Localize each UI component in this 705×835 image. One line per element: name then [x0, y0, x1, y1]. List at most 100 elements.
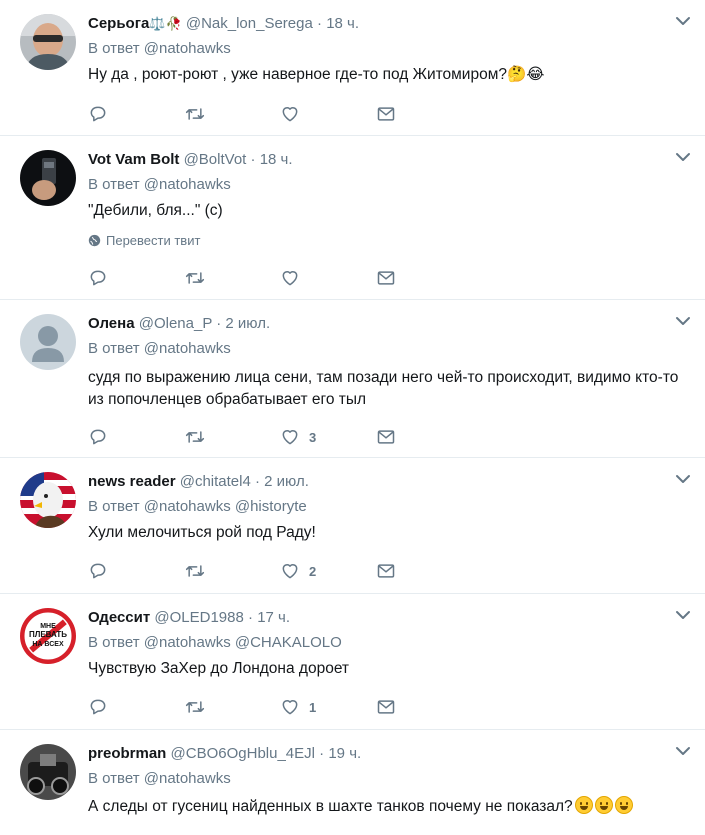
author-handle[interactable]: @CBO6OgHblu_4EJl — [171, 745, 315, 762]
retweet-icon — [185, 565, 205, 577]
retweet-icon — [185, 272, 205, 284]
dm-button[interactable] — [376, 427, 472, 447]
reply-icon — [90, 429, 106, 445]
timestamp[interactable]: 17 ч. — [257, 609, 290, 626]
tweet[interactable]: preobrman @CBO6OgHblu_4EJl · 19 ч. В отв… — [0, 730, 705, 835]
author-name[interactable]: preobrman — [88, 745, 166, 762]
retweet-icon — [185, 701, 205, 713]
reply-icon — [90, 270, 106, 286]
reply-context: В ответ @natohawks @historyte — [88, 498, 307, 515]
tweet-body: "Дебили, бля..." (с) — [88, 202, 223, 219]
author-handle[interactable]: @chitatel4 — [180, 473, 251, 490]
tweet-text: Чувствую ЗаХер до Лондона дороет — [88, 658, 685, 680]
reply-button[interactable] — [88, 697, 184, 717]
dm-button[interactable] — [376, 561, 472, 581]
author-handle[interactable]: @Nak_lon_Serega — [186, 15, 313, 32]
heart-icon — [282, 564, 298, 579]
reply-button[interactable] — [88, 427, 184, 447]
chevron-down-icon[interactable] — [675, 314, 691, 328]
grinning-emoji-icon — [574, 796, 593, 814]
tweet[interactable]: Серьога⚖️🥀 @Nak_lon_Serega · 18 ч. В отв… — [0, 0, 705, 136]
envelope-icon — [377, 107, 395, 121]
dm-button[interactable] — [376, 697, 472, 717]
author-handle[interactable]: @Olena_P — [139, 315, 212, 332]
tweet[interactable]: news reader @chitatel4 · 2 июл. В ответ … — [0, 458, 705, 594]
tweet-body: Хули мелочиться рой под Раду! — [88, 524, 316, 541]
reply-to-handles[interactable]: @natohawks — [144, 176, 231, 193]
retweet-button[interactable] — [184, 268, 280, 288]
timestamp[interactable]: 2 июл. — [225, 315, 270, 332]
reply-to-handles[interactable]: @natohawks — [144, 340, 231, 357]
envelope-icon — [377, 430, 395, 444]
like-button[interactable]: 1 — [280, 697, 376, 717]
author-name[interactable]: Олена — [88, 315, 135, 332]
translate-link[interactable]: Перевести твит — [88, 233, 200, 248]
text-emoji: 🤔😂 — [506, 66, 545, 83]
separator: · — [216, 315, 222, 332]
globe-icon — [88, 234, 101, 247]
author-handle[interactable]: @BoltVot — [184, 151, 247, 168]
tweet-body: А следы от гусениц найденных в шахте тан… — [88, 798, 573, 815]
retweet-button[interactable] — [184, 697, 280, 717]
timestamp[interactable]: 18 ч. — [326, 15, 359, 32]
action-bar: 3 — [88, 427, 472, 447]
avatar[interactable] — [20, 150, 76, 206]
action-bar — [88, 268, 472, 288]
envelope-icon — [377, 564, 395, 578]
dm-button[interactable] — [376, 104, 472, 124]
separator: · — [255, 473, 260, 490]
tweet[interactable]: МНЕ ПЛЕВАТЬ НА ВСЕХ Одессит @OLED1988 · … — [0, 594, 705, 730]
like-button[interactable]: 2 — [280, 561, 376, 581]
retweet-button[interactable] — [184, 104, 280, 124]
tweet-header: Олена @Olena_P · 2 июл. — [88, 314, 685, 334]
reply-button[interactable] — [88, 561, 184, 581]
timestamp[interactable]: 2 июл. — [264, 473, 309, 490]
separator: · — [319, 745, 325, 762]
action-bar — [88, 104, 472, 124]
author-name[interactable]: Серьога — [88, 15, 149, 32]
reply-icon — [90, 563, 106, 579]
reply-context: В ответ @natohawks @CHAKALOLO — [88, 634, 342, 651]
like-count: 2 — [309, 563, 317, 579]
retweet-button[interactable] — [184, 427, 280, 447]
chevron-down-icon[interactable] — [675, 150, 691, 164]
author-name[interactable]: news reader — [88, 473, 176, 490]
reply-to-handles[interactable]: @natohawks @historyte — [144, 498, 307, 515]
like-button[interactable] — [280, 104, 376, 124]
author-handle[interactable]: @OLED1988 — [154, 609, 243, 626]
dm-button[interactable] — [376, 268, 472, 288]
author-name[interactable]: Одессит — [88, 609, 150, 626]
heart-icon — [282, 107, 298, 122]
envelope-icon — [377, 700, 395, 714]
timestamp[interactable]: 19 ч. — [328, 745, 361, 762]
avatar[interactable] — [20, 14, 76, 70]
reply-context: В ответ @natohawks — [88, 770, 231, 787]
avatar[interactable] — [20, 472, 76, 528]
avatar[interactable] — [20, 314, 76, 370]
tweet[interactable]: Олена @Olena_P · 2 июл. В ответ @natohaw… — [0, 300, 705, 458]
tweet-header: Vot Vam Bolt @BoltVot · 18 ч. — [88, 150, 685, 170]
timestamp[interactable]: 18 ч. — [260, 151, 293, 168]
chevron-down-icon[interactable] — [675, 608, 691, 622]
chevron-down-icon[interactable] — [675, 472, 691, 486]
grinning-emoji-icon — [594, 796, 613, 814]
reply-to-handles[interactable]: @natohawks — [144, 770, 231, 787]
reply-button[interactable] — [88, 268, 184, 288]
tweet-text: Ну да , роют-роют , уже наверное где-то … — [88, 64, 685, 86]
reply-prefix: В ответ — [88, 498, 140, 515]
like-button[interactable] — [280, 268, 376, 288]
tweet-body: Чувствую ЗаХер до Лондона дороет — [88, 660, 350, 677]
tweet[interactable]: Vot Vam Bolt @BoltVot · 18 ч. В ответ @n… — [0, 136, 705, 300]
author-name[interactable]: Vot Vam Bolt — [88, 151, 179, 168]
tweet-body: Ну да , роют-роют , уже наверное где-то … — [88, 66, 507, 83]
reply-prefix: В ответ — [88, 176, 140, 193]
avatar[interactable] — [20, 744, 76, 800]
avatar[interactable]: МНЕ ПЛЕВАТЬ НА ВСЕХ — [20, 608, 76, 664]
reply-button[interactable] — [88, 104, 184, 124]
like-button[interactable]: 3 — [280, 427, 376, 447]
retweet-button[interactable] — [184, 561, 280, 581]
reply-to-handles[interactable]: @natohawks @CHAKALOLO — [144, 634, 342, 651]
chevron-down-icon[interactable] — [675, 744, 691, 758]
reply-to-handles[interactable]: @natohawks — [144, 40, 231, 57]
chevron-down-icon[interactable] — [675, 14, 691, 28]
